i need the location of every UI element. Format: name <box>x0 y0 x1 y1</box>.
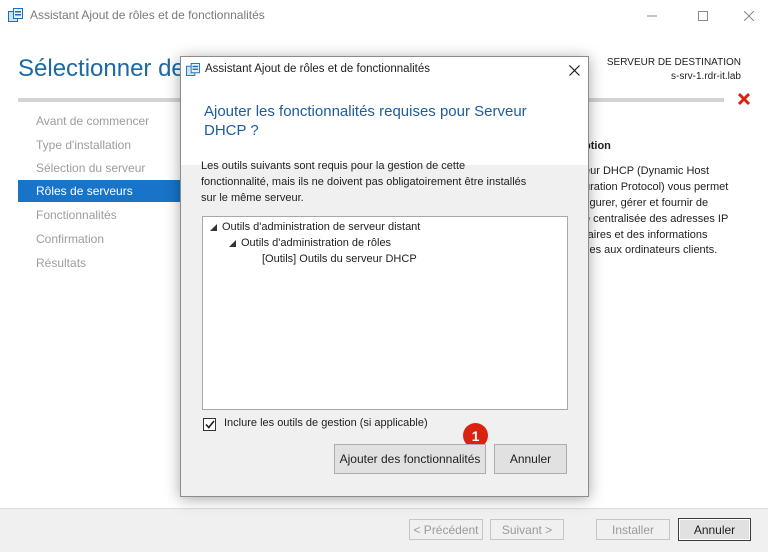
error-x-icon[interactable] <box>735 90 753 108</box>
sidebar-item-installation-type[interactable]: Type d'installation <box>36 134 131 156</box>
minimize-button[interactable] <box>629 0 675 31</box>
description-line: eur DHCP (Dynamic Host <box>584 165 710 177</box>
close-icon <box>568 64 580 76</box>
dialog-description-line: fonctionnalité, mais ils ne doivent pas … <box>201 176 527 188</box>
dialog-description-line: Les outils suivants sont requis pour la … <box>201 160 466 172</box>
dialog-close-button[interactable] <box>563 59 585 81</box>
expanded-arrow-icon[interactable] <box>229 239 236 247</box>
add-features-button[interactable]: Ajouter des fonctionnalités <box>334 444 486 474</box>
sidebar-item-server-selection[interactable]: Sélection du serveur <box>36 157 145 179</box>
next-button[interactable]: Suivant > <box>490 519 564 540</box>
sidebar-item-results[interactable]: Résultats <box>36 252 86 274</box>
tree-item[interactable]: [Outils] Outils du serveur DHCP <box>262 253 417 265</box>
include-tools-checkbox[interactable] <box>203 418 216 431</box>
description-line: e centralisée des adresses IP <box>584 213 729 225</box>
tree-item-label: Outils d'administration de rôles <box>241 237 392 249</box>
description-line: uration Protocol) vous permet <box>584 181 729 193</box>
sidebar-item-server-roles-label: Rôles de serveurs <box>36 184 133 198</box>
maximize-button[interactable] <box>680 0 726 31</box>
server-manager-icon <box>186 63 200 76</box>
dialog-description-line: sur le même serveur. <box>201 192 304 204</box>
page-title: Sélectionner des <box>18 55 197 82</box>
tree-item[interactable]: Outils d'administration de serveur dista… <box>210 221 420 233</box>
close-icon <box>744 10 754 21</box>
expanded-arrow-icon[interactable] <box>210 223 217 231</box>
tree-item-label: Outils d'administration de serveur dista… <box>222 221 421 233</box>
description-line: figurer, gérer et fournir de <box>584 197 709 209</box>
destination-server-name: s-srv-1.rdr-it.lab <box>670 71 741 82</box>
sidebar-item-features[interactable]: Fonctionnalités <box>36 204 117 226</box>
previous-button[interactable]: < Précédent <box>409 519 483 540</box>
window-close-button[interactable] <box>726 0 768 31</box>
maximize-icon <box>698 10 708 21</box>
minimize-icon <box>647 15 657 16</box>
dialog-heading: Ajouter les fonctionnalités requises pou… <box>204 103 527 120</box>
description-line: raires et des informations <box>584 229 708 241</box>
server-manager-icon <box>8 8 23 22</box>
window-title: Assistant Ajout de rôles et de fonctionn… <box>30 8 265 22</box>
tree-item-label: [Outils] Outils du serveur DHCP <box>262 253 417 265</box>
cancel-button[interactable]: Annuler <box>678 518 751 541</box>
sidebar-item-before-you-begin[interactable]: Avant de commencer <box>36 110 149 132</box>
description-line: xes aux ordinateurs clients. <box>584 244 718 256</box>
dialog-heading-cont: DHCP ? <box>204 122 259 139</box>
checkmark-icon <box>204 420 215 429</box>
dialog-cancel-button[interactable]: Annuler <box>494 444 567 474</box>
tree-item[interactable]: Outils d'administration de rôles <box>229 237 391 249</box>
destination-server-label: SERVEUR DE DESTINATION <box>606 57 741 68</box>
dialog-title: Assistant Ajout de rôles et de fonctionn… <box>205 63 431 75</box>
include-tools-label[interactable]: Inclure les outils de gestion (si applic… <box>224 417 428 429</box>
install-button[interactable]: Installer <box>596 519 670 540</box>
sidebar-item-confirmation[interactable]: Confirmation <box>36 228 104 250</box>
